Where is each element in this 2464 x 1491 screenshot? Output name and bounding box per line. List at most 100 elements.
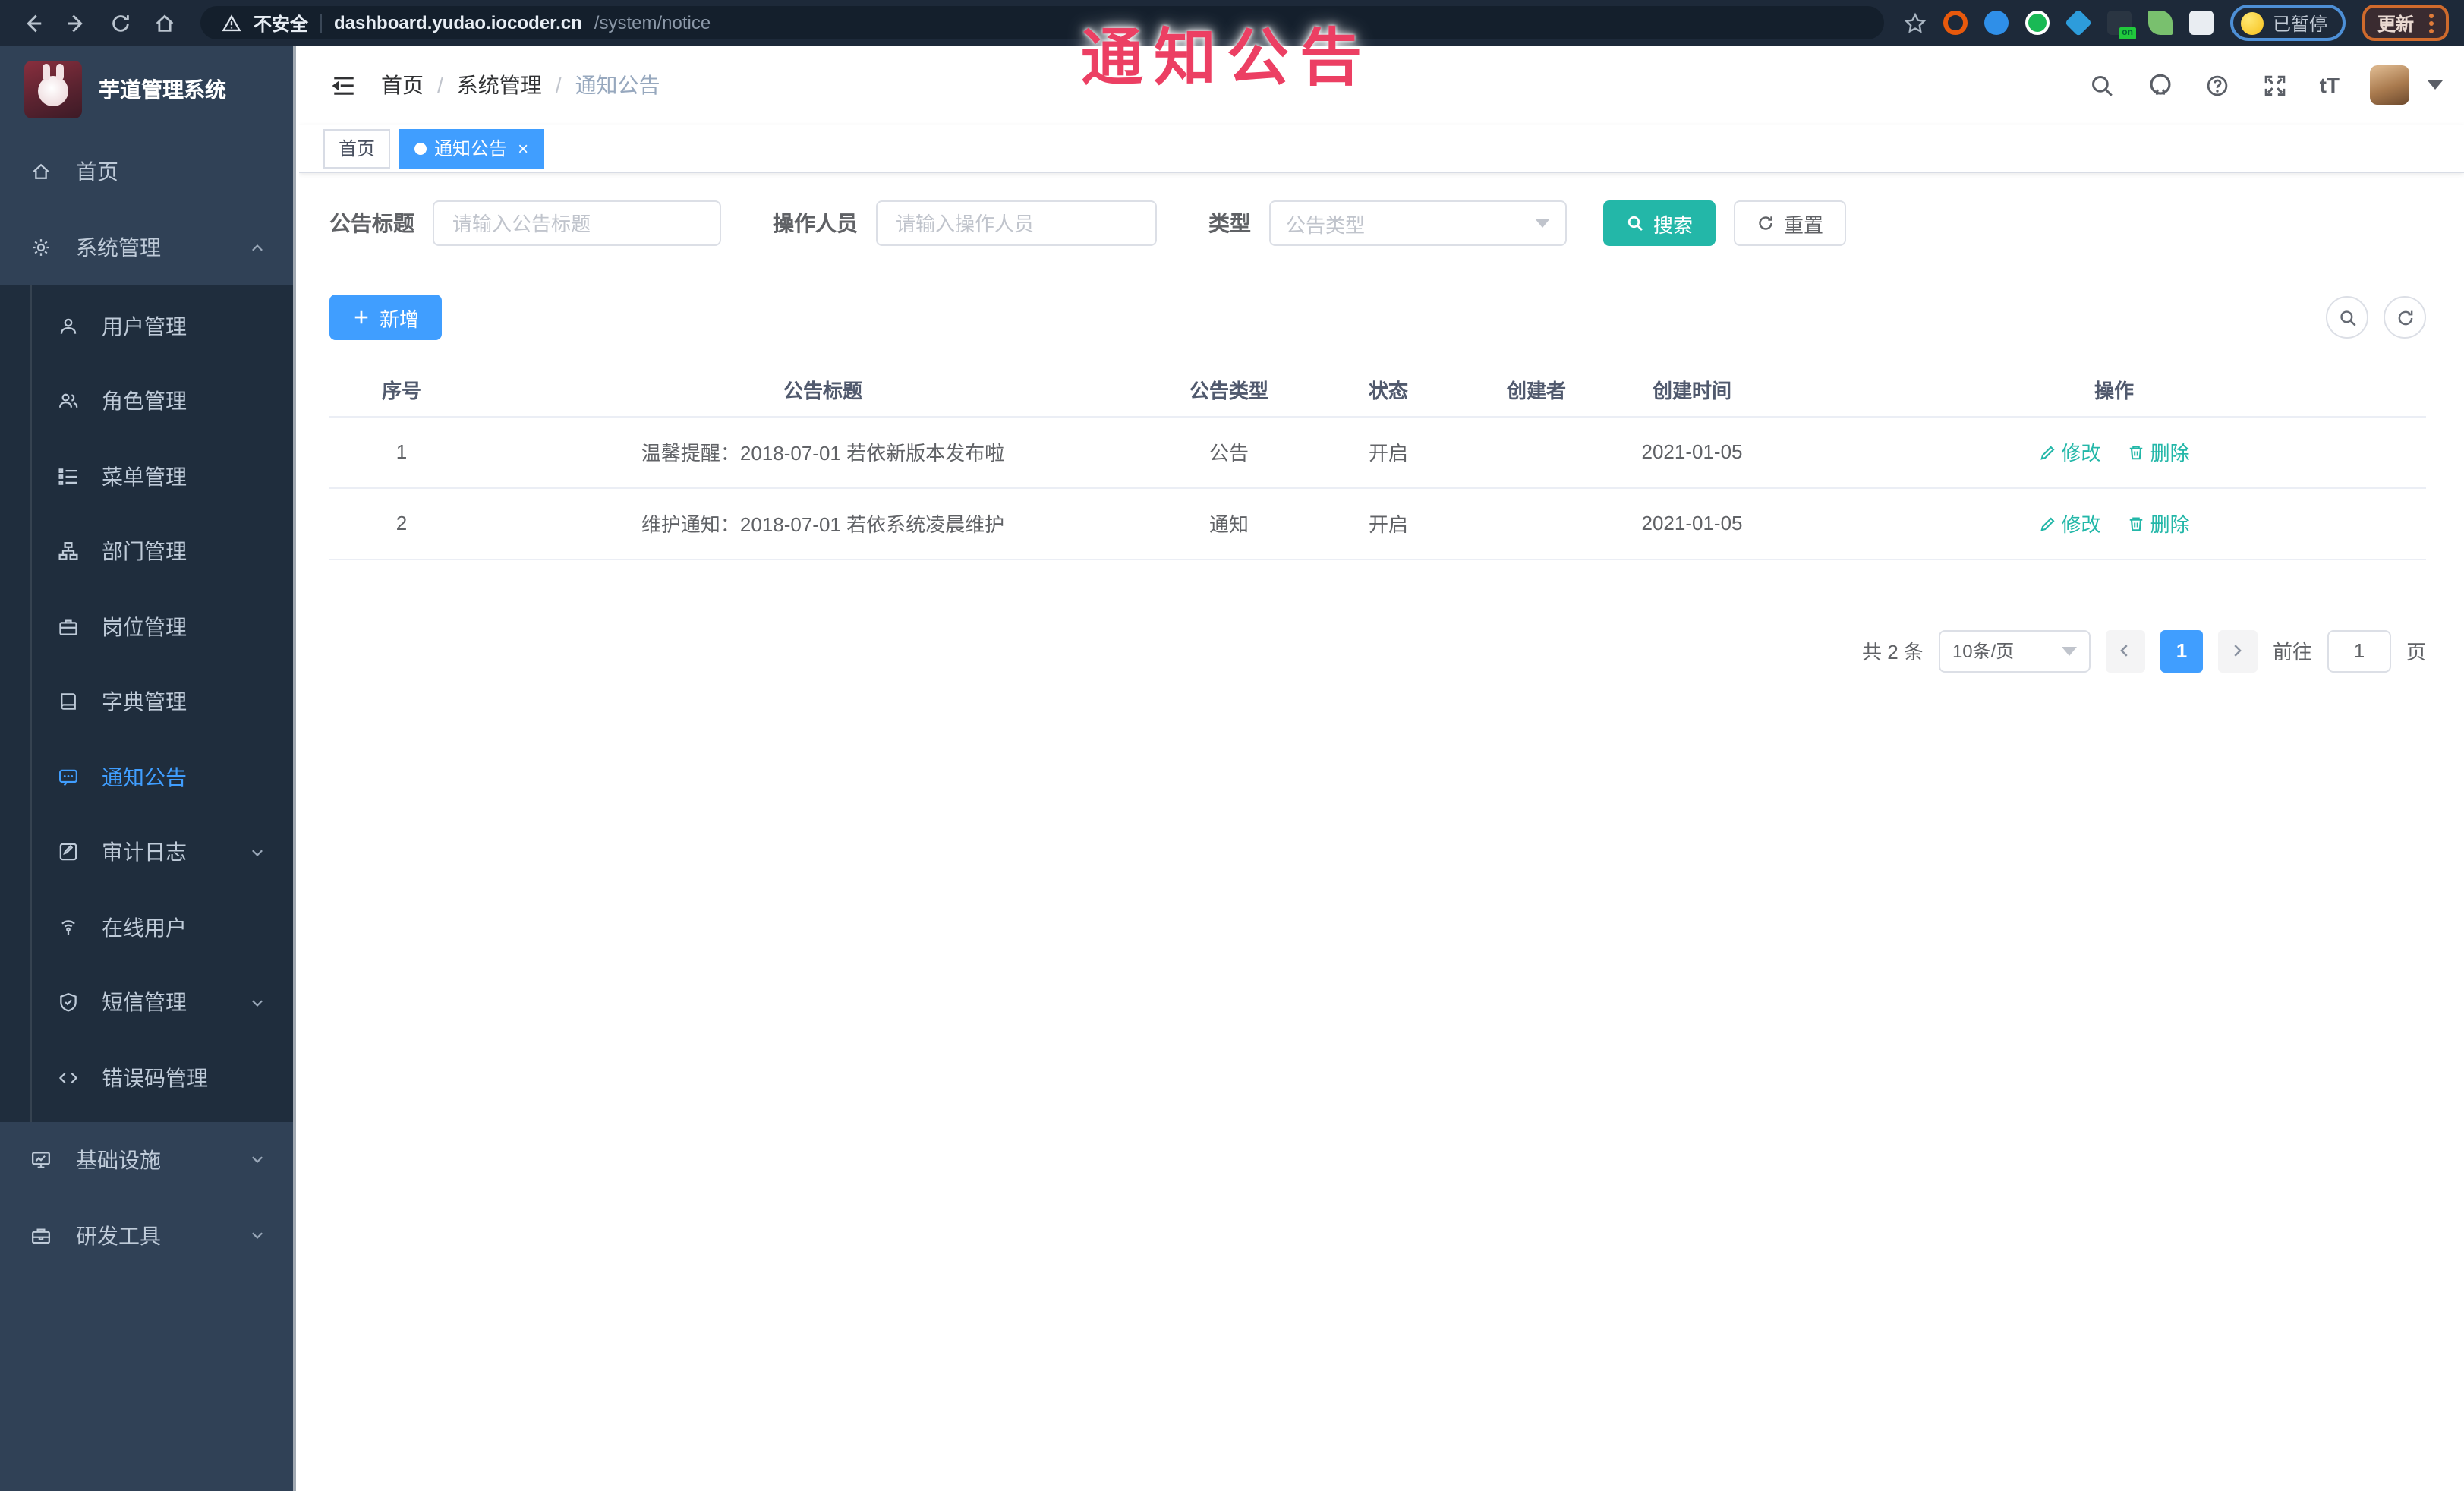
org-tree-icon [58,541,79,563]
cell-no: 1 [329,416,474,488]
users-icon [58,391,79,412]
notice-table: 序号 公告标题 公告类型 状态 创建者 创建时间 操作 1 温馨提醒：2018-… [329,364,2426,560]
sidebar-item-audit-log[interactable]: 审计日志 [0,815,293,890]
sidebar-item-label: 用户管理 [102,314,187,339]
tab-notice[interactable]: 通知公告 × [399,128,544,168]
sidebar-item-home[interactable]: 首页 [0,134,293,210]
page-number-button[interactable]: 1 [2160,629,2203,672]
goto-page-input[interactable] [2327,629,2391,672]
browser-menu-icon[interactable] [2429,13,2434,33]
edit-link[interactable]: 修改 [2038,509,2100,537]
refresh-button[interactable] [2384,296,2426,339]
cell-actions: 修改 删除 [1802,416,2426,488]
fullscreen-icon[interactable] [2262,71,2289,99]
caret-down-icon[interactable] [2428,80,2443,90]
sidebar-item-menu-mgmt[interactable]: 菜单管理 [0,439,293,514]
font-size-icon[interactable]: tT [2320,73,2340,97]
browser-update-button[interactable]: 更新 [2362,5,2449,41]
extension-icon[interactable] [2147,11,2173,35]
browser-actions: on 已暂停 更新 [1904,5,2449,41]
sidebar-item-user-mgmt[interactable]: 用户管理 [0,288,293,364]
breadcrumb-home[interactable]: 首页 [381,70,424,100]
breadcrumb-current: 通知公告 [575,73,660,97]
chevron-down-icon [249,995,266,1011]
extension-on-badge: on [2119,27,2136,39]
user-avatar[interactable] [2370,65,2409,105]
pagination: 共 2 条 10条/页 1 前往 页 [329,629,2426,672]
sidebar-item-label: 基础设施 [76,1147,161,1171]
online-user-icon [58,917,79,938]
tab-home[interactable]: 首页 [323,128,391,168]
sidebar-item-infra[interactable]: 基础设施 [0,1121,293,1197]
header-actions: tT [2089,65,2443,105]
sidebar-item-online-users[interactable]: 在线用户 [0,890,293,965]
sidebar: 芋道管理系统 首页 系统管理 用户管理 角色管理 菜单管理 部门管理 岗位管理 … [0,46,296,1491]
cell-created: 2021-01-05 [1582,416,1802,488]
sidebar-item-error-code[interactable]: 错误码管理 [0,1040,293,1115]
extension-icon[interactable] [1983,11,2009,35]
extension-icon[interactable] [1943,11,1968,35]
notice-type-select[interactable]: 公告类型 [1269,200,1567,246]
sidebar-menu: 首页 系统管理 [0,134,293,285]
search-icon[interactable] [2089,71,2116,99]
reload-icon[interactable] [103,6,137,39]
forward-icon[interactable] [59,6,93,39]
next-page-button[interactable] [2217,629,2258,672]
extension-icon[interactable]: on [2106,11,2136,39]
search-button[interactable]: 搜索 [1603,200,1716,246]
reset-button[interactable]: 重置 [1734,200,1847,246]
edit-link[interactable]: 修改 [2038,437,2100,466]
toolbox-icon [30,1225,52,1246]
sidebar-item-dept-mgmt[interactable]: 部门管理 [0,514,293,589]
delete-link[interactable]: 删除 [2128,509,2190,537]
bookmark-star-icon[interactable] [1904,11,1927,34]
sidebar-item-post-mgmt[interactable]: 岗位管理 [0,589,293,664]
extension-icon[interactable] [2024,11,2050,35]
toggle-search-button[interactable] [2326,296,2368,339]
chevron-down-icon [2061,646,2077,655]
col-no: 序号 [329,364,474,417]
goto-label: 前往 [2272,641,2312,664]
app-header: 首页 / 系统管理 / 通知公告 tT [299,46,2464,125]
sidebar-item-role-mgmt[interactable]: 角色管理 [0,364,293,439]
extensions-puzzle-icon[interactable] [2188,11,2214,35]
shield-check-icon [58,992,79,1013]
breadcrumb-system[interactable]: 系统管理 [457,70,542,100]
prev-page-button[interactable] [2105,629,2145,672]
briefcase-icon [58,616,79,638]
cell-status: 开启 [1286,416,1491,488]
extension-icon[interactable] [2064,8,2093,37]
github-icon[interactable] [2147,71,2174,99]
close-icon[interactable]: × [515,139,528,157]
gear-icon [30,237,52,258]
notice-title-input[interactable] [433,200,721,246]
profile-paused-badge[interactable]: 已暂停 [2229,5,2346,41]
select-placeholder: 公告类型 [1286,213,1366,236]
back-icon[interactable] [15,6,49,39]
sidebar-toggle-icon[interactable] [320,62,366,108]
sidebar-item-system[interactable]: 系统管理 [0,210,293,285]
sidebar-system-submenu: 用户管理 角色管理 菜单管理 部门管理 岗位管理 字典管理 通知公告 审计日志 … [0,285,293,1121]
divider [320,13,323,33]
home-icon[interactable] [147,6,181,39]
cell-status: 开启 [1286,487,1491,560]
sidebar-item-dict-mgmt[interactable]: 字典管理 [0,664,293,739]
chevron-down-icon [1535,219,1550,228]
cell-created: 2021-01-05 [1582,487,1802,560]
sidebar-item-notice[interactable]: 通知公告 [0,739,293,815]
add-button[interactable]: 新增 [329,295,443,340]
help-icon[interactable] [2204,71,2232,99]
delete-link[interactable]: 删除 [2128,437,2190,466]
sidebar-item-devtools[interactable]: 研发工具 [0,1197,293,1273]
page-unit-label: 页 [2406,641,2426,664]
sidebar-item-sms-mgmt[interactable]: 短信管理 [0,965,293,1040]
address-bar[interactable]: 不安全 dashboard.yudao.iocoder.cn /system/n… [200,6,1884,39]
app-logo-row[interactable]: 芋道管理系统 [0,46,293,134]
filter-title-label: 公告标题 [329,211,414,235]
security-warning-label[interactable]: 不安全 [254,10,308,36]
cell-actions: 修改 删除 [1802,487,2426,560]
main-area: 首页 / 系统管理 / 通知公告 tT 首页 通知公告 × 公告标题 请输入公告… [299,46,2464,1491]
list-icon [58,466,79,487]
operator-input[interactable] [876,200,1157,246]
page-size-select[interactable]: 10条/页 [1938,629,2091,672]
